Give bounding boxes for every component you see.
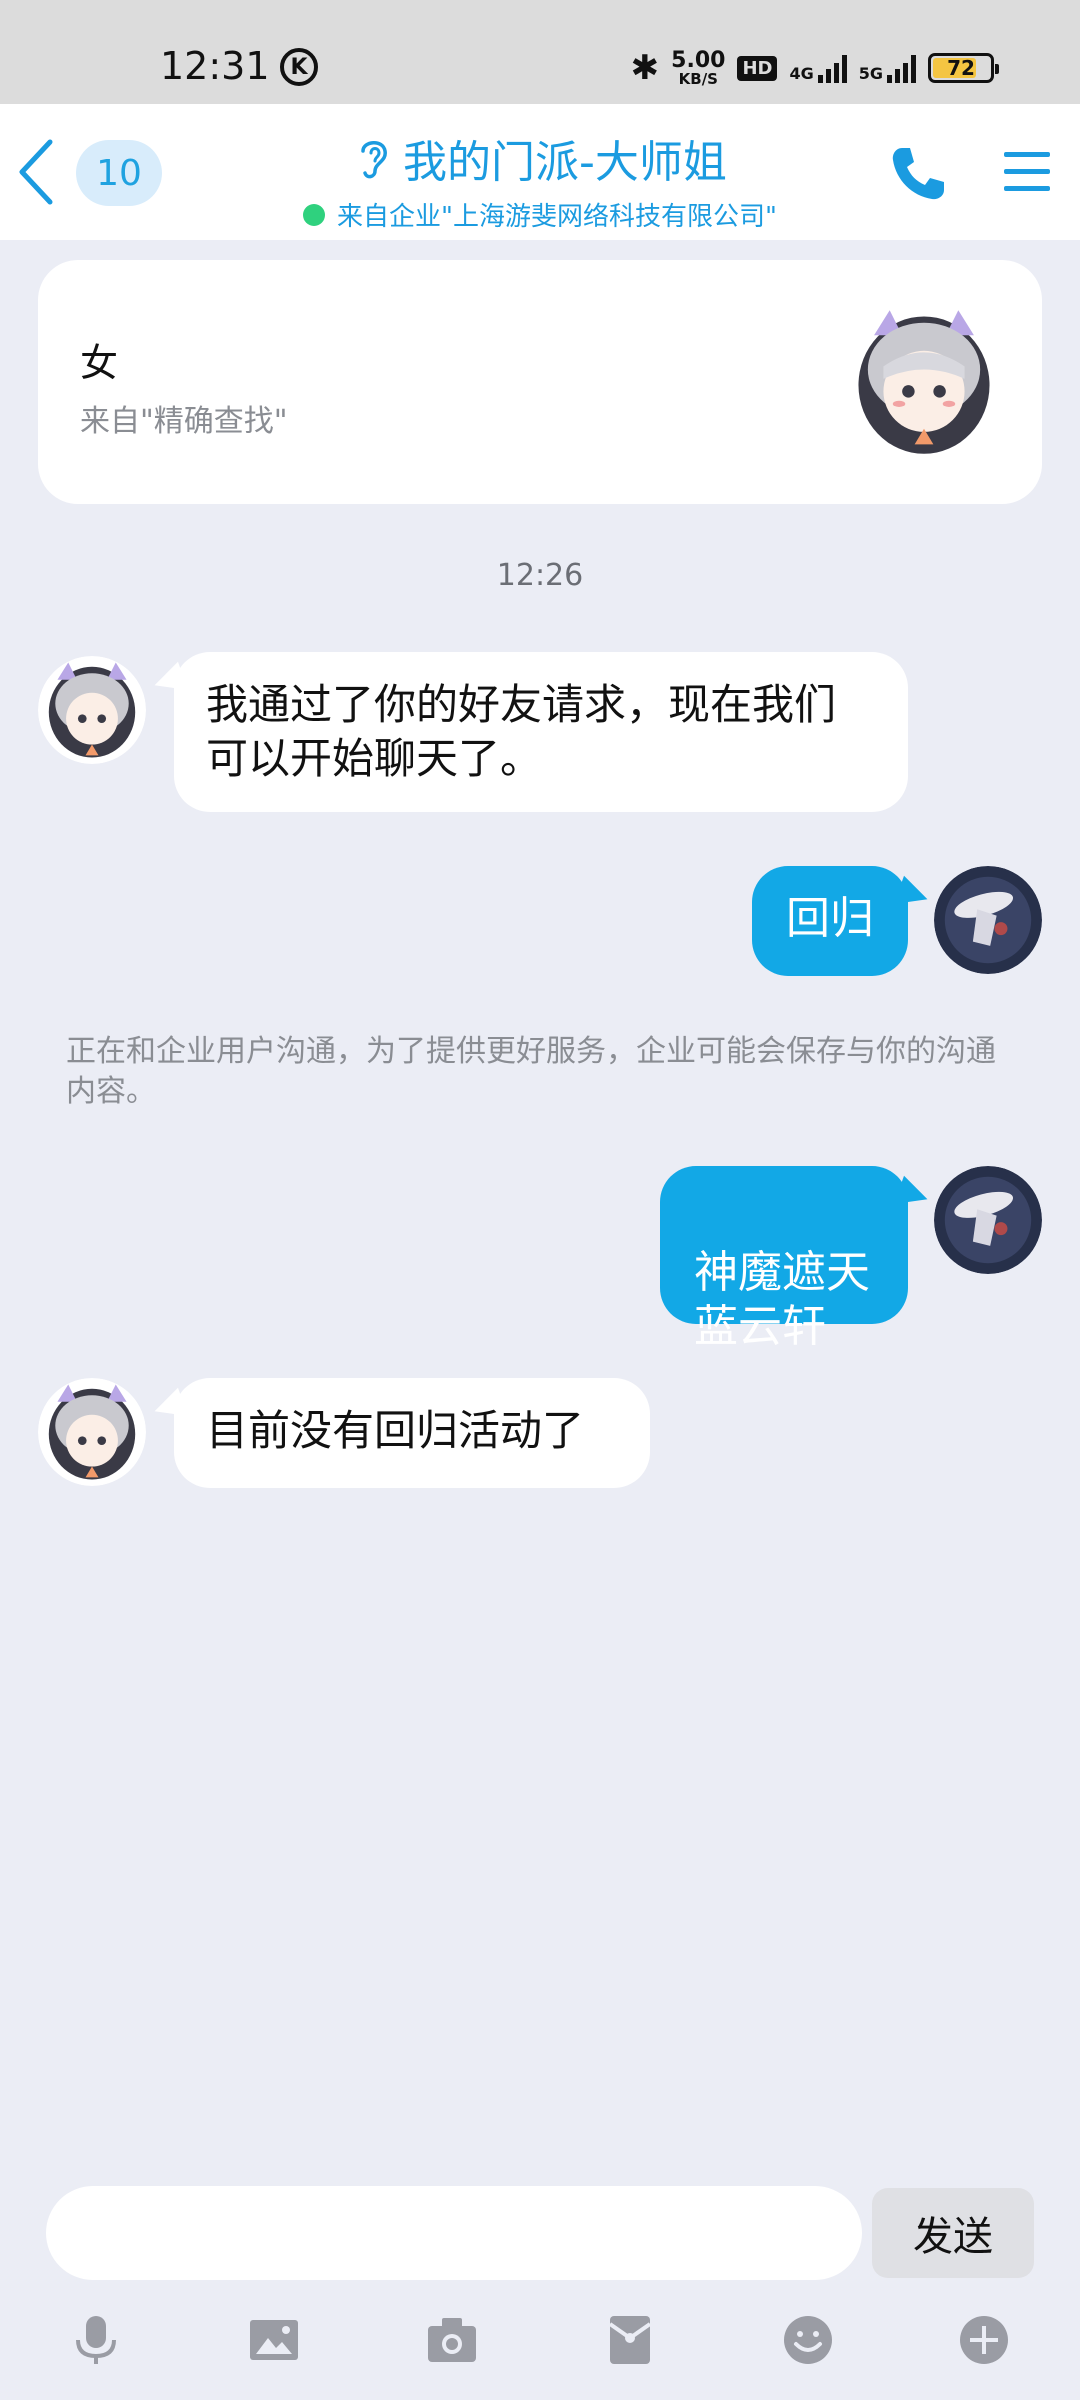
send-button[interactable]: 发送	[872, 2188, 1034, 2278]
image-icon	[250, 2320, 298, 2360]
contact-avatar[interactable]	[38, 656, 146, 764]
signal-4g-icon: 4G	[789, 53, 847, 83]
status-time: 12:31	[160, 44, 270, 88]
company-label: 来自企业"上海游斐网络科技有限公司"	[337, 202, 777, 232]
hd-icon: HD	[737, 55, 778, 81]
message-text: 回归	[786, 893, 874, 944]
my-avatar[interactable]	[934, 1166, 1042, 1274]
status-icons: ✱ 5.00 KB/S HD 4G 5G 72	[630, 44, 999, 92]
k-app-icon: K	[280, 48, 318, 86]
chat-header: 10 我的门派-大师姐 来自企业"上海游斐网络科技有限公司"	[0, 104, 1080, 240]
unread-count-badge[interactable]: 10	[76, 140, 162, 206]
image-button[interactable]	[244, 2310, 304, 2370]
microphone-icon	[76, 2316, 116, 2364]
message-bubble-received[interactable]: 目前没有回归活动了	[174, 1378, 650, 1488]
phone-icon[interactable]	[888, 144, 948, 204]
chat-title: 我的门派-大师姐	[353, 126, 727, 190]
signal-5g-icon: 5G	[859, 53, 916, 83]
input-toolbar	[0, 2310, 1080, 2380]
menu-icon[interactable]	[1002, 148, 1052, 196]
voice-button[interactable]	[66, 2310, 126, 2370]
emoji-button[interactable]	[778, 2310, 838, 2370]
message-text: 我通过了你的好友请求，现在我们可以开始聊天了。	[206, 680, 837, 783]
message-bubble-sent[interactable]: 回归	[752, 866, 908, 976]
camera-icon	[428, 2318, 476, 2362]
profile-card[interactable]: 女 来自"精确查找"	[38, 260, 1042, 504]
online-status-dot	[303, 203, 326, 226]
message-text: 目前没有回归活动了	[206, 1406, 585, 1455]
network-speed: 5.00 KB/S	[671, 47, 726, 88]
message-timestamp: 12:26	[496, 558, 584, 593]
enterprise-notice: 正在和企业用户沟通，为了提供更好服务，企业可能会保存与你的沟通内容。	[66, 1034, 996, 1109]
message-bubble-sent[interactable]: 神魔遮天 蓝云轩	[660, 1166, 908, 1352]
chat-title-area[interactable]: 我的门派-大师姐 来自企业"上海游斐网络科技有限公司"	[200, 126, 880, 233]
profile-gender: 女	[80, 341, 119, 385]
emoji-icon	[784, 2316, 832, 2364]
status-bar: 12:31 K ✱ 5.00 KB/S HD 4G 5G 72	[0, 0, 1080, 104]
message-text: 神魔遮天 蓝云轩	[694, 1247, 870, 1352]
camera-button[interactable]	[422, 2310, 482, 2370]
plus-icon	[960, 2316, 1008, 2364]
profile-source: 来自"精确查找"	[80, 404, 288, 439]
back-arrow-icon[interactable]	[14, 134, 58, 210]
contact-avatar-large[interactable]	[846, 304, 1002, 460]
chat-subtitle: 来自企业"上海游斐网络科技有限公司"	[303, 196, 777, 233]
more-button[interactable]	[954, 2310, 1014, 2370]
chat-title-text: 我的门派-大师姐	[403, 137, 727, 188]
message-bubble-received[interactable]: 我通过了你的好友请求，现在我们可以开始聊天了。	[174, 652, 908, 812]
bluetooth-icon: ✱	[630, 48, 660, 88]
my-avatar[interactable]	[934, 866, 1042, 974]
red-packet-button[interactable]	[600, 2310, 660, 2370]
red-packet-icon	[608, 2316, 652, 2364]
contact-avatar[interactable]	[38, 1378, 146, 1486]
message-input[interactable]	[46, 2186, 862, 2280]
ear-icon	[361, 141, 387, 179]
battery-icon: 72	[928, 53, 999, 83]
